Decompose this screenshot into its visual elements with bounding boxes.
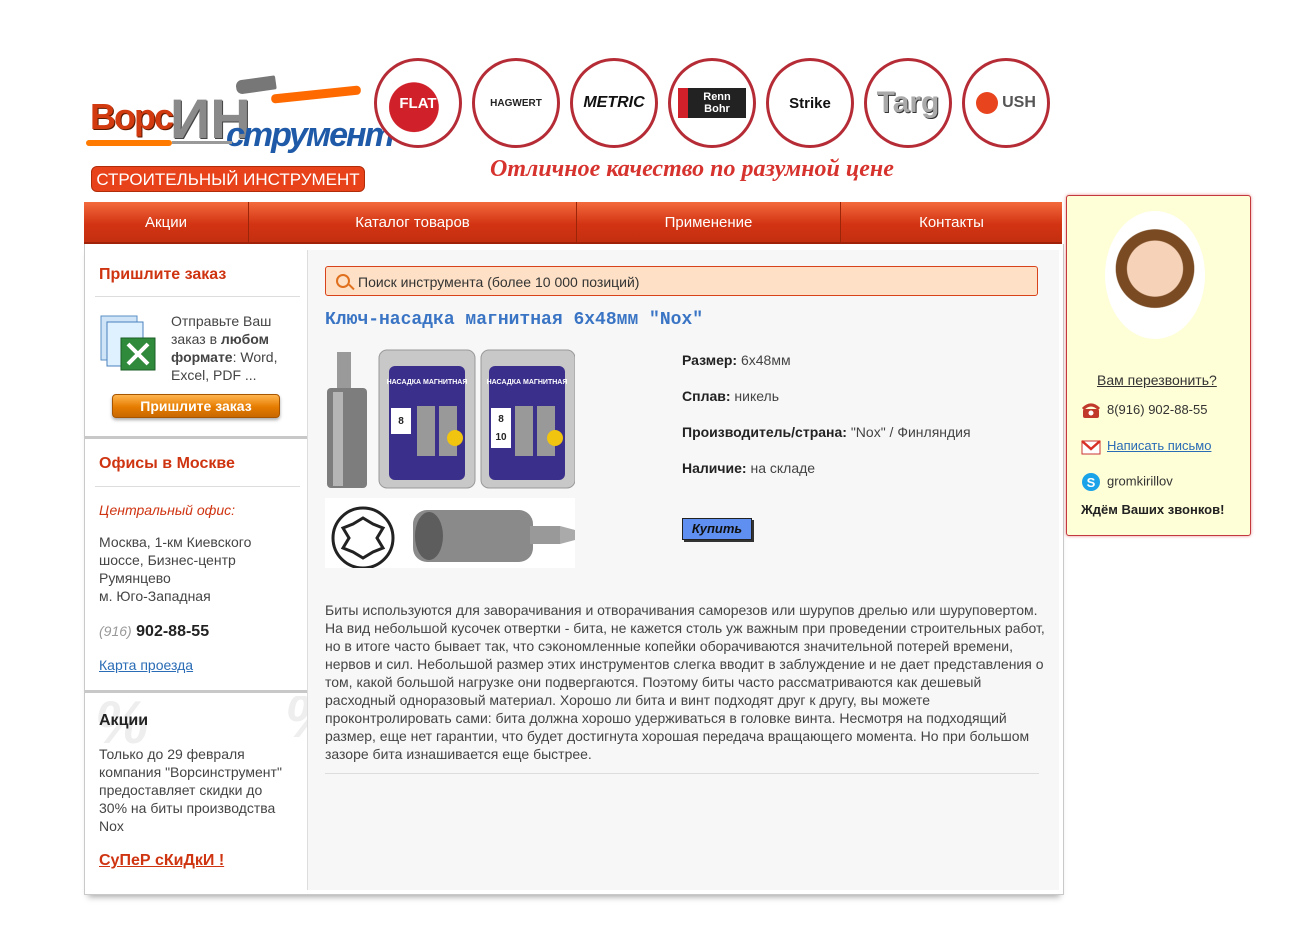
package-size: 8: [498, 414, 504, 425]
brand-hagwert[interactable]: HAGWERT: [472, 58, 560, 148]
package-image-2[interactable]: НАСАДКА МАГНИТНАЯ 8 10: [480, 349, 575, 489]
prop-size: Размер: 6х48мм: [682, 352, 791, 368]
skype-icon: S: [1082, 473, 1100, 491]
search-input[interactable]: Поиск инструмента (более 10 000 позиций): [358, 274, 639, 290]
widget-skype: Sgromkirillov: [1081, 472, 1173, 492]
nav-item-usage[interactable]: Применение: [577, 202, 841, 242]
logo-tagline-box: СТРОИТЕЛЬНЫЙ ИНСТРУМЕНТ: [91, 166, 365, 192]
brand-targ[interactable]: Targ: [864, 58, 952, 148]
nav-item-promotions[interactable]: Акции: [84, 202, 249, 242]
widget-email: Написать письмо: [1081, 438, 1211, 455]
prop-availability: Наличие: на складе: [682, 460, 816, 476]
screwdriver-shaft: [172, 141, 232, 144]
package-label: НАСАДКА МАГНИТНАЯ: [487, 379, 568, 386]
product-description: Биты используются для заворачивания и от…: [325, 602, 1045, 762]
logo-word-1: Ворс: [90, 96, 174, 137]
office-address: Москва, 1-км Киевского шоссе, Бизнес-цен…: [99, 534, 252, 586]
logo-tagline: СТРОИТЕЛЬНЫЙ ИНСТРУМЕНТ: [96, 170, 360, 189]
order-text: Отправьте Ваш заказ в любом формате: Wor…: [171, 313, 278, 383]
gmail-icon: [1081, 439, 1101, 455]
package-size: 8: [398, 416, 404, 427]
widget-phone: 8(916) 902-88-55: [1081, 402, 1207, 419]
product-images: НАСАДКА МАГНИТНАЯ 8 НАСАДКА МАГНИТНАЯ 8 …: [325, 349, 575, 568]
brand-flat[interactable]: FLAT: [374, 58, 462, 148]
package-size: 10: [495, 432, 507, 443]
promo-text: Только до 29 февраля компания "Ворсинстр…: [99, 746, 282, 834]
hammer-handle: [270, 85, 362, 104]
main-nav: Акции Каталог товаров Применение Контакт…: [84, 202, 1062, 244]
map-link[interactable]: Карта проезда: [99, 656, 193, 674]
send-order-button[interactable]: Пришлите заказ: [112, 394, 280, 418]
screwdriver-icon: [86, 140, 172, 146]
contact-widget: Вам перезвонить? 8(916) 902-88-55 Написа…: [1066, 195, 1251, 536]
brand-metric[interactable]: METRIC: [570, 58, 658, 148]
email-link[interactable]: Написать письмо: [1107, 438, 1211, 453]
brand-renn-bohr[interactable]: Renn Bohr: [668, 58, 756, 148]
section-separator: [85, 436, 307, 439]
brand-strike[interactable]: Strike: [766, 58, 854, 148]
operator-avatar: [1105, 211, 1205, 339]
package-label: НАСАДКА МАГНИТНАЯ: [387, 379, 468, 386]
order-title: Пришлите заказ: [99, 266, 227, 283]
search-bar[interactable]: Поиск инструмента (более 10 000 позиций): [325, 266, 1038, 296]
search-icon: [336, 274, 350, 288]
divider: [95, 296, 300, 297]
prop-alloy: Сплав: никель: [682, 388, 780, 404]
promo-title: Акции: [99, 712, 149, 729]
phone-icon: [1081, 403, 1101, 418]
logo-word-3: струмент: [226, 116, 395, 154]
widget-footer: Ждём Ваших звонков!: [1081, 502, 1225, 517]
product-title: Ключ-насадка магнитная 6х48мм "Nox": [325, 310, 704, 330]
site-logo[interactable]: Ворс ИН струмент СТРОИТЕЛЬНЫЙ ИНСТРУМЕНТ: [86, 70, 395, 195]
office-metro: м. Юго-Западная: [99, 588, 211, 604]
bit-image[interactable]: [327, 352, 367, 488]
nav-item-catalog[interactable]: Каталог товаров: [249, 202, 577, 242]
main-content: [307, 250, 1059, 890]
section-separator: [85, 690, 307, 693]
callback-link[interactable]: Вам перезвонить?: [1097, 372, 1217, 388]
office-subtitle: Центральный офис:: [99, 502, 235, 518]
divider: [325, 773, 1039, 774]
buy-button[interactable]: Купить: [682, 518, 752, 540]
socket-drawing[interactable]: [325, 498, 575, 568]
brand-ush[interactable]: USH: [962, 58, 1050, 148]
package-image-1[interactable]: НАСАДКА МАГНИТНАЯ 8: [378, 349, 476, 489]
super-discounts-link[interactable]: СуПеР сКиДкИ !: [99, 852, 224, 870]
excel-document-icon: [100, 315, 156, 371]
divider: [95, 486, 300, 487]
prop-manufacturer: Производитель/страна: "Nox" / Финляндия: [682, 424, 971, 440]
svg-text:S: S: [1087, 475, 1096, 490]
ush-logo-icon: [976, 92, 999, 114]
offices-title: Офисы в Москве: [99, 455, 235, 472]
header-slogan: Отличное качество по разумной цене: [490, 156, 894, 182]
office-phone: (916) 902-88-55: [99, 623, 210, 640]
nav-item-contacts[interactable]: Контакты: [841, 202, 1062, 242]
